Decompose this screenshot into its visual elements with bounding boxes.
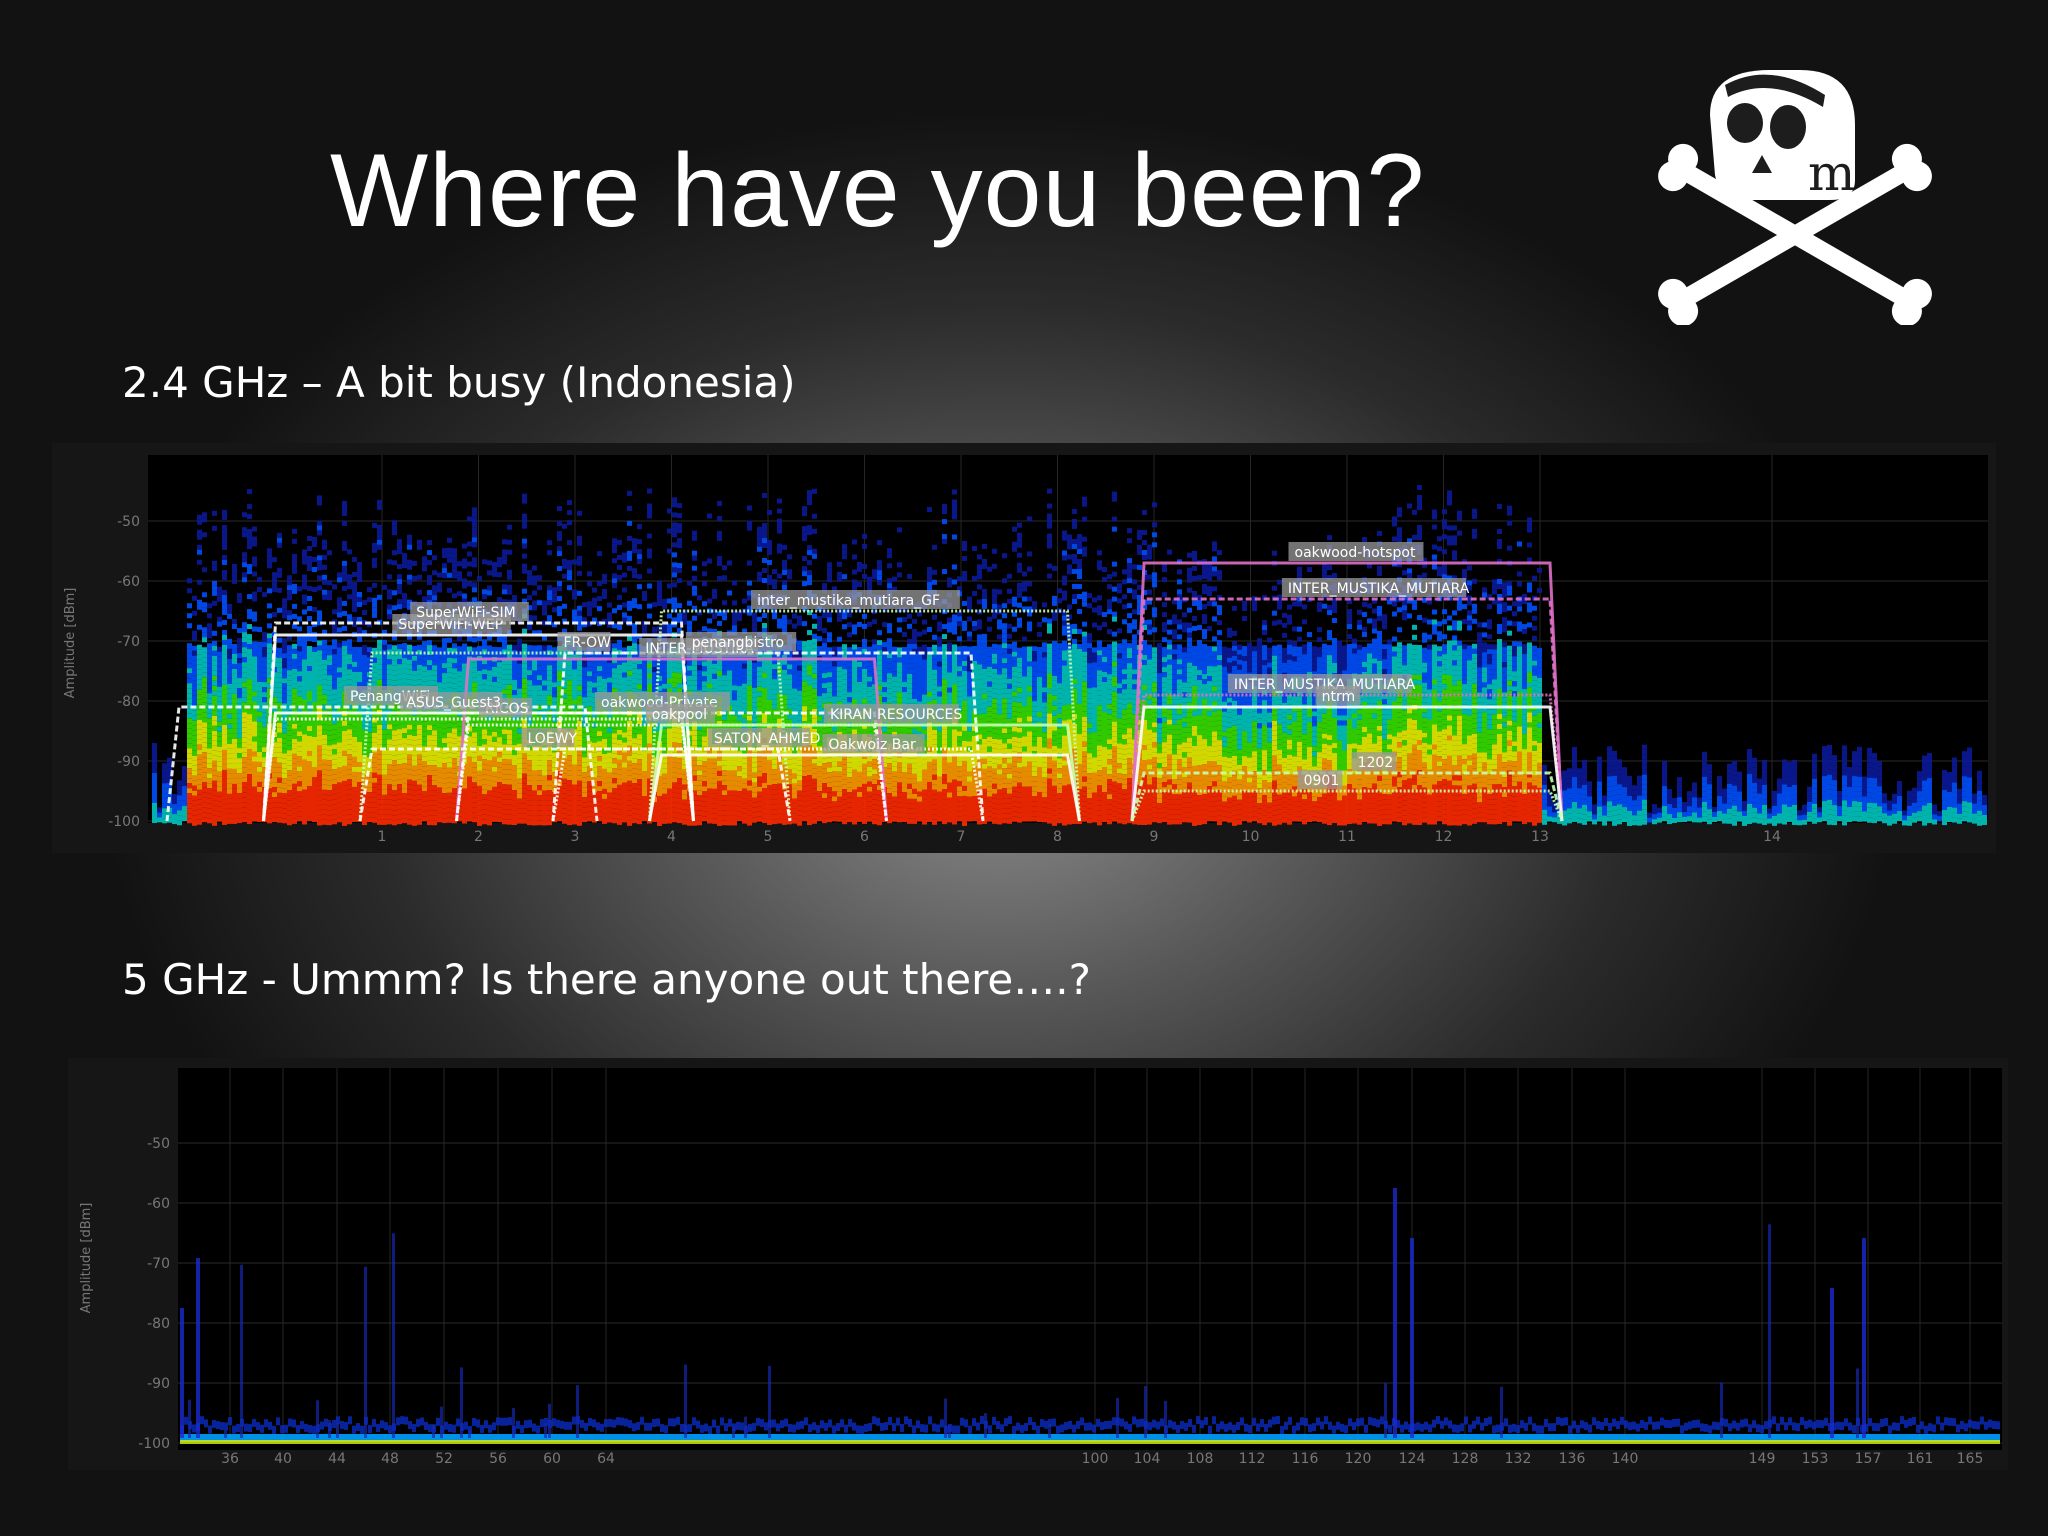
subtitle-5ghz: 5 GHz - Ummm? Is there anyone out there…… <box>122 955 1091 1004</box>
network-label: oakpool <box>652 707 707 723</box>
x-tick-label: 100 <box>1082 1451 1109 1467</box>
y-tick-label: -70 <box>117 634 140 650</box>
network-label: Oakwoiz Bar <box>828 737 916 753</box>
plot-area <box>178 1068 2002 1450</box>
x-tick-label: 5 <box>764 829 773 845</box>
x-tick-label: 124 <box>1399 1451 1426 1467</box>
x-tick-label: 149 <box>1749 1451 1776 1467</box>
x-tick-label: 11 <box>1338 829 1356 845</box>
x-tick-label: 120 <box>1345 1451 1372 1467</box>
x-tick-label: 9 <box>1150 829 1159 845</box>
x-tick-label: 165 <box>1957 1451 1984 1467</box>
x-tick-label: 104 <box>1134 1451 1161 1467</box>
subtitle-2-4ghz: 2.4 GHz – A bit busy (Indonesia) <box>122 358 796 407</box>
network-label: penangbistro <box>692 635 784 651</box>
network-label: inter_mustika_mutiara_GF <box>757 593 940 609</box>
x-tick-label: 2 <box>474 829 483 845</box>
x-tick-label: 153 <box>1802 1451 1829 1467</box>
x-tick-label: 7 <box>957 829 966 845</box>
y-tick-label: -100 <box>138 1436 170 1452</box>
x-tick-label: 116 <box>1292 1451 1319 1467</box>
x-tick-label: 136 <box>1559 1451 1586 1467</box>
x-tick-label: 1 <box>378 829 387 845</box>
spectrum-chart-5ghz: -50 -60 -70 -80 -90 -100 36 40 44 48 52 56 60 64 100 1… <box>68 1058 2008 1470</box>
y-tick-label: -100 <box>108 814 140 830</box>
network-label: INTER_MUSTIKA_MUTIARA <box>1288 581 1470 597</box>
x-tick-label: 40 <box>274 1451 292 1467</box>
network-label: ASUS_Guest3 <box>406 695 501 711</box>
network-label: oakwood-hotspot <box>1295 545 1416 561</box>
x-tick-label: 112 <box>1239 1451 1266 1467</box>
logo-letter: m <box>1808 144 1855 202</box>
x-tick-label: 4 <box>667 829 676 845</box>
x-tick-label: 60 <box>543 1451 561 1467</box>
y-axis-label: Amplitude [dBm] <box>79 1203 94 1314</box>
network-label: LOEWY <box>528 731 578 747</box>
y-tick-label: -80 <box>117 694 140 710</box>
x-tick-label: 132 <box>1505 1451 1532 1467</box>
pirate-skull-logo-icon: m <box>1658 70 1932 325</box>
x-tick-label: 161 <box>1907 1451 1934 1467</box>
x-tick-label: 56 <box>489 1451 507 1467</box>
network-label: KIRAN RESOURCES <box>830 707 962 723</box>
spectrum-chart-2-4ghz: SuperWiFi-WEPSuperWiFi-SIMFR-OWINTER-MUS… <box>52 443 1996 853</box>
y-axis-label: Amplitude [dBm] <box>63 588 78 699</box>
x-tick-label: 140 <box>1612 1451 1639 1467</box>
network-label: 0901 <box>1304 773 1340 789</box>
network-label: SATON_AHMED <box>714 731 821 747</box>
y-tick-label: -90 <box>117 754 140 770</box>
x-tick-label: 13 <box>1531 829 1549 845</box>
y-tick-label: -50 <box>147 1136 170 1152</box>
x-tick-label: 48 <box>381 1451 399 1467</box>
x-tick-label: 10 <box>1242 829 1260 845</box>
x-tick-label: 14 <box>1763 829 1781 845</box>
y-tick-label: -80 <box>147 1316 170 1332</box>
y-tick-label: -90 <box>147 1376 170 1392</box>
network-label: SuperWiFi-SIM <box>416 605 516 621</box>
x-tick-label: 6 <box>860 829 869 845</box>
x-tick-label: 8 <box>1053 829 1062 845</box>
y-tick-label: -70 <box>147 1256 170 1272</box>
spectrum-svg-2-4ghz: SuperWiFi-WEPSuperWiFi-SIMFR-OWINTER-MUS… <box>63 455 1988 845</box>
x-tick-label: 44 <box>328 1451 346 1467</box>
x-tick-label: 36 <box>221 1451 239 1467</box>
y-tick-label: -60 <box>117 574 140 590</box>
x-tick-label: 157 <box>1855 1451 1882 1467</box>
y-tick-label: -60 <box>147 1196 170 1212</box>
x-tick-label: 52 <box>435 1451 453 1467</box>
y-tick-label: -50 <box>117 514 140 530</box>
x-tick-label: 64 <box>597 1451 615 1467</box>
x-tick-label: 128 <box>1452 1451 1479 1467</box>
network-label: 1202 <box>1358 755 1394 771</box>
network-label: ntrm <box>1322 689 1356 705</box>
x-tick-label: 108 <box>1187 1451 1214 1467</box>
x-tick-label: 12 <box>1435 829 1453 845</box>
x-tick-label: 3 <box>571 829 580 845</box>
network-label: FR-OW <box>564 635 612 651</box>
slide-title: Where have you been? <box>330 133 1426 249</box>
spectrum-svg-5ghz: -50 -60 -70 -80 -90 -100 36 40 44 48 52 56 60 64 100 1… <box>79 1068 2002 1467</box>
